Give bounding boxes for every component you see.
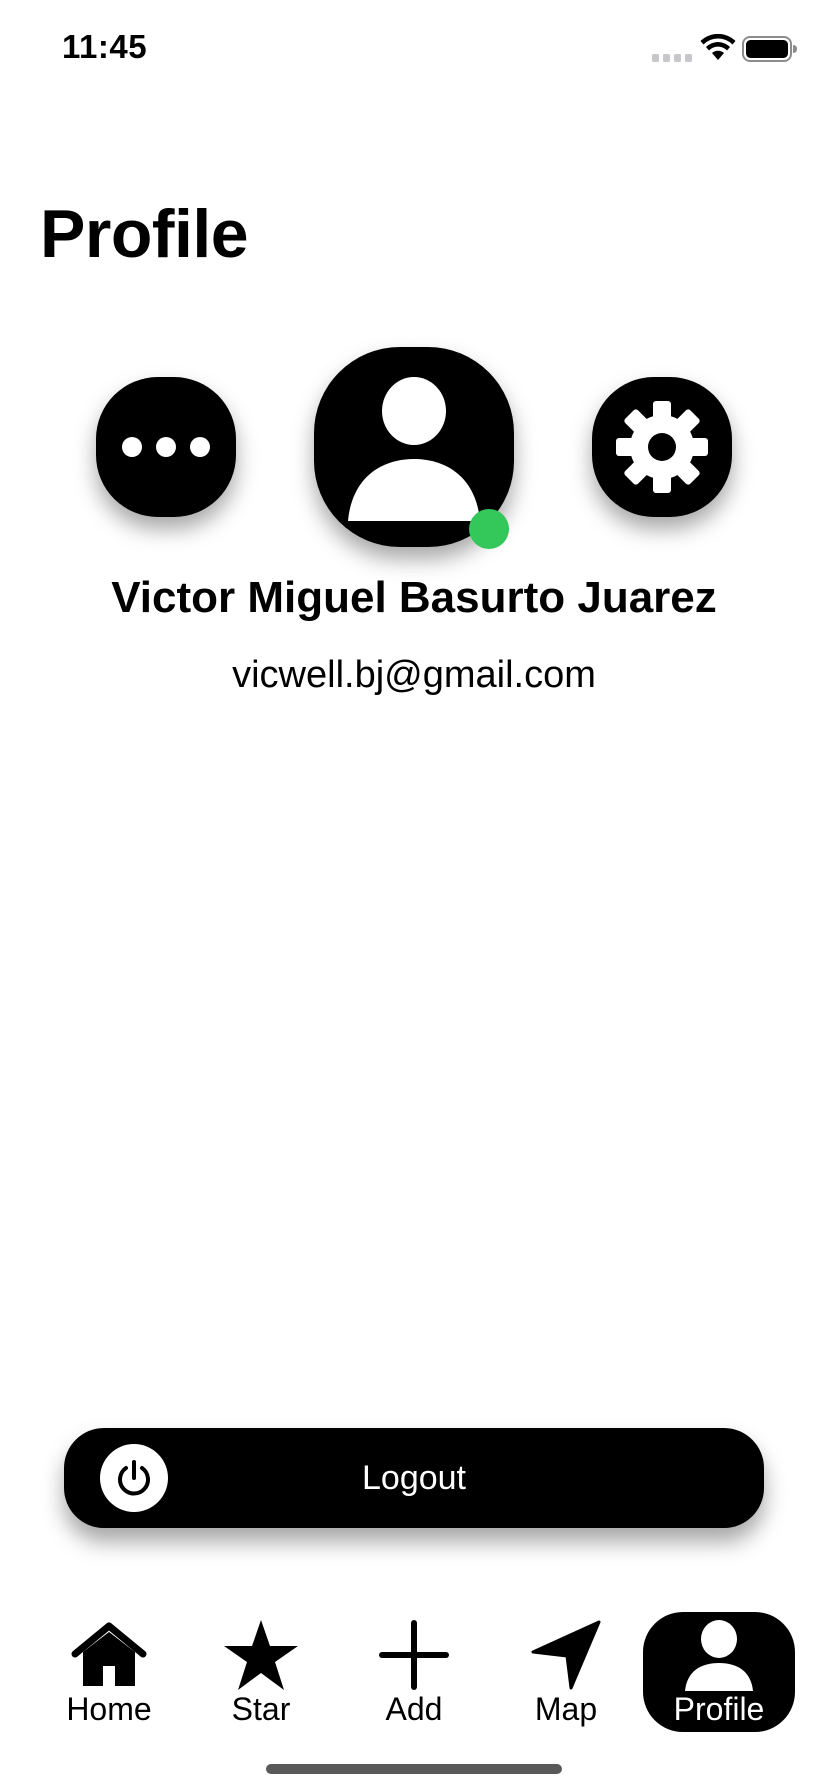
status-time: 11:45 bbox=[62, 28, 148, 65]
tab-label: Profile bbox=[673, 1691, 765, 1727]
online-status-dot bbox=[469, 509, 509, 549]
signal-icon bbox=[652, 54, 692, 62]
tab-home[interactable]: Home bbox=[33, 1612, 185, 1732]
more-options-button[interactable] bbox=[96, 377, 236, 517]
tab-label: Add bbox=[385, 1691, 443, 1727]
tab-add[interactable]: Add bbox=[338, 1612, 490, 1732]
tab-profile[interactable]: Profile bbox=[643, 1612, 795, 1732]
settings-button[interactable] bbox=[592, 377, 732, 517]
tab-bar: Home Star Add Map Profile bbox=[0, 1600, 828, 1740]
tab-label: Map bbox=[534, 1691, 598, 1727]
wifi-icon bbox=[700, 34, 736, 60]
logout-label: Logout bbox=[362, 1459, 466, 1497]
person-icon bbox=[685, 1620, 753, 1691]
status-bar: 11:45 bbox=[0, 0, 828, 100]
location-arrow-icon bbox=[531, 1620, 601, 1690]
tab-map[interactable]: Map bbox=[490, 1612, 642, 1732]
tab-star[interactable]: Star bbox=[185, 1612, 337, 1732]
logout-button[interactable]: Logout bbox=[64, 1428, 764, 1528]
plus-icon bbox=[379, 1620, 449, 1690]
tab-label: Star bbox=[231, 1691, 291, 1727]
user-email: vicwell.bj@gmail.com bbox=[232, 654, 596, 696]
home-indicator bbox=[266, 1764, 562, 1774]
page-title: Profile bbox=[40, 196, 249, 272]
gear-icon bbox=[616, 401, 708, 493]
user-name: Victor Miguel Basurto Juarez bbox=[111, 573, 717, 622]
star-icon bbox=[224, 1620, 298, 1690]
ellipsis-icon bbox=[122, 437, 210, 457]
tab-label: Home bbox=[66, 1691, 152, 1727]
battery-icon bbox=[742, 36, 797, 62]
house-icon bbox=[71, 1622, 147, 1686]
